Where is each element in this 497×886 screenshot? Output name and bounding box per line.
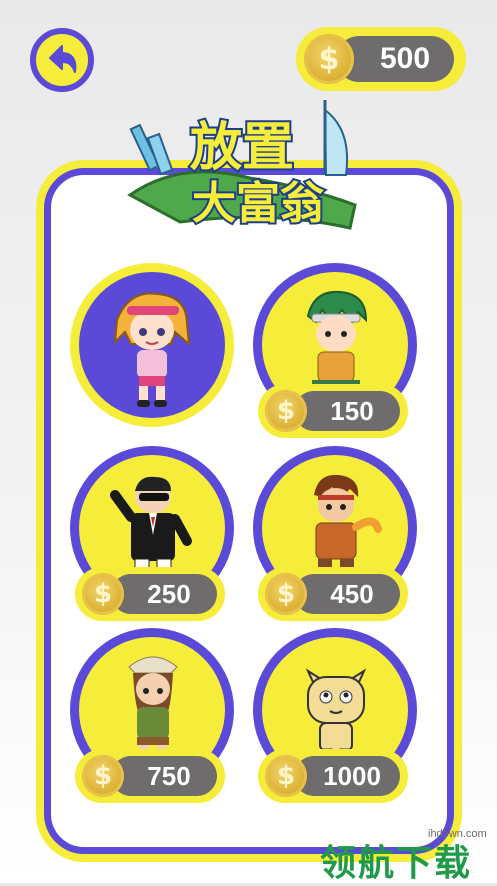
price-value: 450 (330, 578, 374, 609)
back-button[interactable] (30, 28, 94, 92)
price-tag-warrior[interactable]: $ 450 (258, 567, 408, 621)
price-value: 250 (147, 578, 191, 609)
price-tag-gangster[interactable]: $ 250 (75, 567, 225, 621)
character-slot-girl[interactable] (70, 263, 234, 427)
price-value: 750 (147, 760, 191, 791)
character-face (79, 272, 225, 418)
coin-balance-value: 500 (379, 42, 431, 75)
logo-line-2: 大富翁 (192, 178, 324, 229)
price-value: 150 (330, 395, 374, 426)
dollar-coin-icon: $ (265, 573, 307, 615)
game-logo: 放置 大富翁 (127, 100, 357, 231)
dollar-coin-icon: $ (265, 390, 307, 432)
coin-balance: $ 500 (296, 27, 466, 91)
price-tag-ninja-boy[interactable]: $ 150 (258, 384, 408, 438)
price-value: 1000 (323, 760, 381, 791)
price-tag-cat[interactable]: $ 1000 (258, 749, 408, 803)
dollar-coin-icon: $ (82, 573, 124, 615)
logo-line-1: 放置 (190, 118, 294, 178)
back-arrow-icon (49, 45, 77, 73)
price-tag-jungle-girl[interactable]: $ 750 (75, 749, 225, 803)
dollar-coin-icon: $ (304, 34, 354, 84)
watermark: ihdown.com 领航下载 (320, 828, 490, 884)
watermark-text: 领航下载 (320, 843, 473, 884)
dollar-coin-icon: $ (265, 755, 307, 797)
dollar-coin-icon: $ (82, 755, 124, 797)
girl-character-icon (113, 292, 191, 407)
